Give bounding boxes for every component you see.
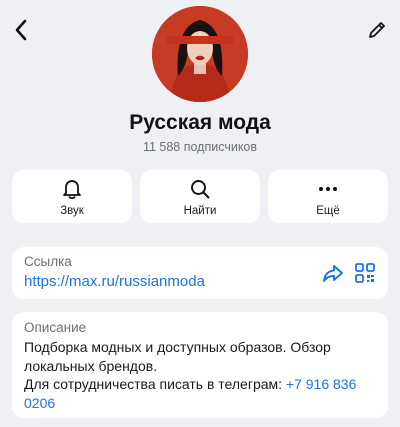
description-line-2: Для сотрудничества писать в телеграм: xyxy=(24,376,286,392)
qr-code-button[interactable] xyxy=(352,260,378,286)
description-card: Описание Подборка модных и доступных обр… xyxy=(12,312,388,418)
avatar-photo xyxy=(152,6,248,102)
subscriber-count: 11 588 подписчиков xyxy=(142,140,258,154)
share-icon xyxy=(323,265,343,282)
edit-button[interactable] xyxy=(364,16,390,44)
search-icon xyxy=(191,179,210,198)
description-line-1: Подборка модных и доступных образов. Обз… xyxy=(24,339,331,374)
share-button[interactable] xyxy=(320,260,346,286)
chevron-left-icon xyxy=(15,19,27,41)
description-label: Описание xyxy=(24,320,87,335)
qr-code-icon xyxy=(355,263,375,283)
description-text: Подборка модных и доступных образов. Обз… xyxy=(24,338,376,412)
bell-icon xyxy=(63,179,81,199)
back-button[interactable] xyxy=(8,16,34,44)
more-icon xyxy=(319,186,337,191)
search-button[interactable]: Найти xyxy=(140,170,260,223)
pencil-icon xyxy=(369,22,385,38)
sound-button[interactable]: Звук xyxy=(12,170,132,223)
more-label: Ещё xyxy=(316,204,340,217)
channel-title: Русская мода xyxy=(129,111,271,134)
more-button[interactable]: Ещё xyxy=(268,170,388,223)
link-card: Ссылка https://max.ru/russianmoda xyxy=(12,247,388,299)
sound-label: Звук xyxy=(60,204,84,217)
search-label: Найти xyxy=(183,204,217,217)
channel-link[interactable]: https://max.ru/russianmoda xyxy=(24,273,205,290)
avatar[interactable] xyxy=(152,6,248,102)
link-label: Ссылка xyxy=(24,254,72,269)
